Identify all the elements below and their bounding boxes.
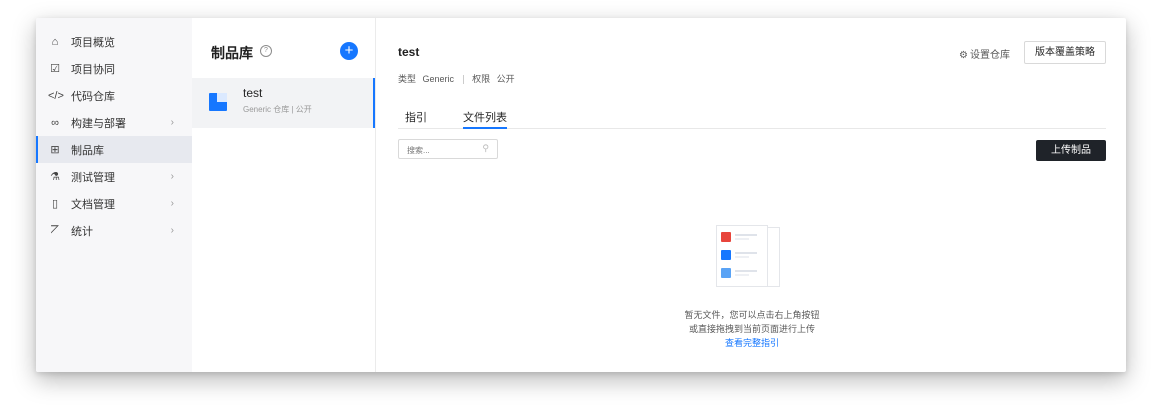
type-value: Generic	[422, 74, 455, 84]
sidebar-item-label: 文档管理	[71, 198, 115, 211]
repo-icon	[209, 93, 227, 111]
permission-value: 公开	[496, 74, 515, 84]
chevron-right-icon: ›	[170, 171, 174, 182]
sidebar-item[interactable]: ⦢ 统计 ›	[36, 217, 192, 244]
chevron-right-icon: ›	[170, 198, 174, 209]
chart-icon: ⦢	[50, 224, 60, 236]
view-guide-link[interactable]: 查看完整指引	[652, 336, 852, 350]
upload-artifact-button[interactable]: 上传制品	[1036, 140, 1106, 161]
repo-panel: 制品库 ? + test Generic 仓库 | 公开	[192, 18, 376, 372]
sidebar-item[interactable]: ⌂ 项目概览	[36, 28, 192, 55]
repo-meta: Generic 仓库 | 公开	[243, 105, 312, 114]
sidebar-item-label: 测试管理	[71, 171, 115, 184]
gear-icon: ⚙	[959, 50, 968, 61]
sidebar-item-label: 构建与部署	[71, 117, 126, 130]
code-icon: </>	[48, 89, 64, 102]
sidebar-item-label: 项目协同	[71, 63, 115, 76]
repo-name: test	[243, 86, 263, 100]
empty-line-1: 暂无文件，您可以点击右上角按钮	[684, 310, 820, 320]
document-icon: ▯	[51, 198, 59, 210]
permission-label: 权限	[472, 74, 491, 84]
tab-guide[interactable]: 指引	[405, 109, 427, 125]
sidebar-item-label: 项目概览	[71, 36, 115, 49]
repo-meta-row: 类型 Generic 权限 公开	[398, 72, 515, 85]
sidebar-item-label: 制品库	[71, 144, 104, 157]
empty-state-illustration	[716, 223, 788, 288]
search-box: ⚲	[398, 139, 498, 160]
tab-bar: 指引 文件列表	[398, 106, 1106, 129]
file-row-icon	[721, 250, 761, 260]
sidebar-item[interactable]: </> 代码仓库	[36, 82, 192, 109]
file-row-icon	[721, 268, 761, 278]
sidebar-item[interactable]: ▯ 文档管理 ›	[36, 190, 192, 217]
search-input[interactable]	[405, 141, 479, 160]
settings-label: 设置仓库	[969, 50, 1010, 61]
sidebar-item-label: 统计	[71, 225, 93, 238]
app-window: ⌂ 项目概览 ☑ 项目协同 </> 代码仓库 ∞ 构建与部署 › ⊞ 制品库 ⚗ 测试管理 › ▯ 文档管理 ›…	[36, 18, 1126, 372]
document-front-icon	[716, 225, 768, 287]
type-label: 类型	[398, 74, 417, 84]
empty-line-2: 或直接拖拽到当前页面进行上传	[688, 324, 815, 334]
chevron-right-icon: ›	[170, 117, 174, 128]
settings-repo-link[interactable]: ⚙ 设置仓库	[959, 46, 1010, 61]
version-policy-button[interactable]: 版本覆盖策略	[1024, 41, 1106, 64]
package-icon: ⊞	[50, 144, 60, 156]
page-title: test	[398, 45, 420, 59]
home-icon: ⌂	[51, 35, 59, 48]
search-icon[interactable]: ⚲	[482, 143, 489, 154]
file-row-icon	[721, 232, 761, 242]
repo-list-item[interactable]: test Generic 仓库 | 公开	[192, 78, 375, 128]
repo-panel-title: 制品库	[211, 45, 253, 61]
sidebar-item[interactable]: ⊞ 制品库	[36, 136, 192, 163]
sidebar: ⌂ 项目概览 ☑ 项目协同 </> 代码仓库 ∞ 构建与部署 › ⊞ 制品库 ⚗ 测试管理 › ▯ 文档管理 ›…	[36, 18, 193, 372]
chevron-right-icon: ›	[170, 225, 174, 236]
main-content: test 类型 Generic 权限 公开 ⚙ 设置仓库 版本覆盖策略 指引 文件…	[376, 18, 1126, 372]
checkbox-icon: ☑	[50, 63, 60, 75]
divider	[462, 75, 464, 85]
infinity-icon: ∞	[51, 116, 59, 129]
flask-icon: ⚗	[50, 171, 60, 183]
tab-file-list[interactable]: 文件列表	[463, 109, 507, 129]
add-repo-button[interactable]: +	[340, 42, 358, 60]
help-icon[interactable]: ?	[260, 45, 272, 57]
sidebar-item[interactable]: ☑ 项目协同	[36, 55, 192, 82]
empty-state-text: 暂无文件，您可以点击右上角按钮 或直接拖拽到当前页面进行上传 查看完整指引	[652, 308, 852, 350]
sidebar-item[interactable]: ∞ 构建与部署 ›	[36, 109, 192, 136]
sidebar-item-label: 代码仓库	[71, 90, 115, 103]
sidebar-item[interactable]: ⚗ 测试管理 ›	[36, 163, 192, 190]
